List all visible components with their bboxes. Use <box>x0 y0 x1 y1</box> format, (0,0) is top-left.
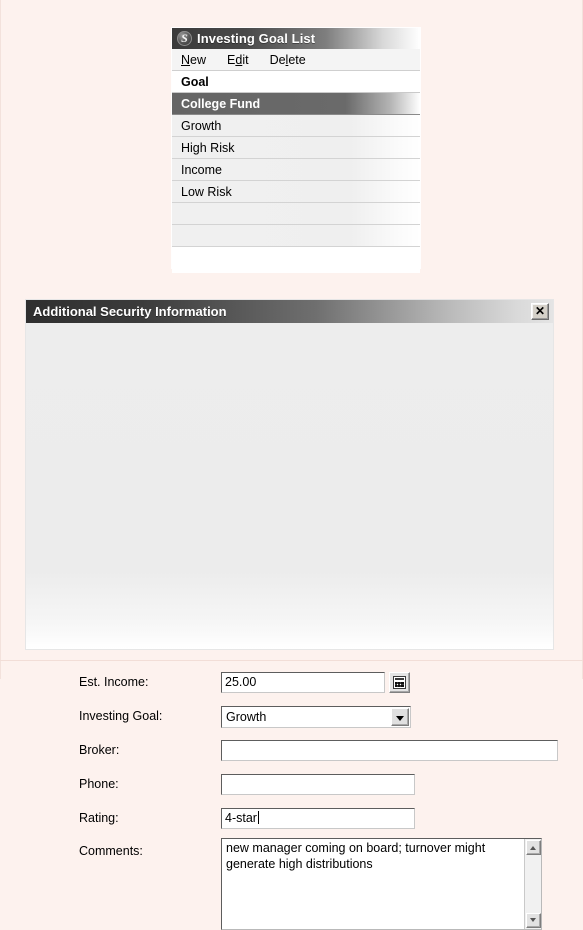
phone-input[interactable] <box>221 774 415 795</box>
rating-input[interactable]: 4-star <box>221 808 415 829</box>
est-income-label: Est. Income: <box>79 675 149 689</box>
phone-label: Phone: <box>79 777 119 791</box>
list-item[interactable]: High Risk <box>172 137 420 159</box>
est-income-input[interactable]: 25.00 <box>221 672 385 693</box>
list-item[interactable]: Income <box>172 159 420 181</box>
goal-list-titlebar: Investing Goal List <box>172 28 420 49</box>
text-cursor <box>257 811 259 824</box>
investing-goal-label: Investing Goal: <box>79 709 163 723</box>
goal-list-filler <box>172 247 420 273</box>
list-item[interactable] <box>172 203 420 225</box>
calculator-icon[interactable] <box>389 672 410 693</box>
goal-list-menubar: New Edit Delete <box>172 49 420 71</box>
list-item[interactable] <box>172 225 420 247</box>
rating-value: 4-star <box>225 811 257 825</box>
scroll-down-icon[interactable] <box>526 913 541 928</box>
comments-value: new manager coming on board; turnover mi… <box>226 841 486 871</box>
rating-label: Rating: <box>79 811 119 825</box>
investing-goal-select[interactable]: Growth <box>221 706 411 728</box>
scroll-up-icon[interactable] <box>526 840 541 855</box>
list-item[interactable]: College Fund <box>172 93 420 115</box>
menu-item-delete[interactable]: Delete <box>270 53 306 67</box>
investing-goal-list-window: Investing Goal List New Edit Delete Goal… <box>172 28 420 273</box>
menu-item-edit[interactable]: Edit <box>227 53 249 67</box>
investing-goal-value: Growth <box>226 710 267 724</box>
menu-item-new[interactable]: New <box>181 53 206 67</box>
dialog-body: Est. Income: 25.00 Investing Goal: Growt… <box>26 323 558 930</box>
broker-input[interactable] <box>221 740 558 761</box>
goal-list-title: Investing Goal List <box>197 31 316 46</box>
close-icon[interactable]: ✕ <box>531 303 549 320</box>
goal-list: Goal College Fund Growth High Risk Incom… <box>172 71 420 247</box>
dialog-title: Additional Security Information <box>33 304 227 319</box>
chevron-down-icon[interactable] <box>391 708 409 726</box>
calculator-glyph <box>393 676 406 689</box>
additional-security-information-dialog: Additional Security Information ✕ Est. I… <box>25 299 558 930</box>
broker-label: Broker: <box>79 743 120 757</box>
list-item[interactable]: Growth <box>172 115 420 137</box>
comments-label: Comments: <box>79 844 143 858</box>
dialog-titlebar: Additional Security Information ✕ <box>26 300 553 323</box>
goal-list-column-header: Goal <box>172 71 420 93</box>
comments-textarea[interactable]: new manager coming on board; turnover mi… <box>221 838 542 930</box>
comments-scrollbar[interactable] <box>524 839 541 929</box>
page-bottom-rule <box>0 660 583 661</box>
quicken-s-icon <box>177 30 192 46</box>
list-item[interactable]: Low Risk <box>172 181 420 203</box>
